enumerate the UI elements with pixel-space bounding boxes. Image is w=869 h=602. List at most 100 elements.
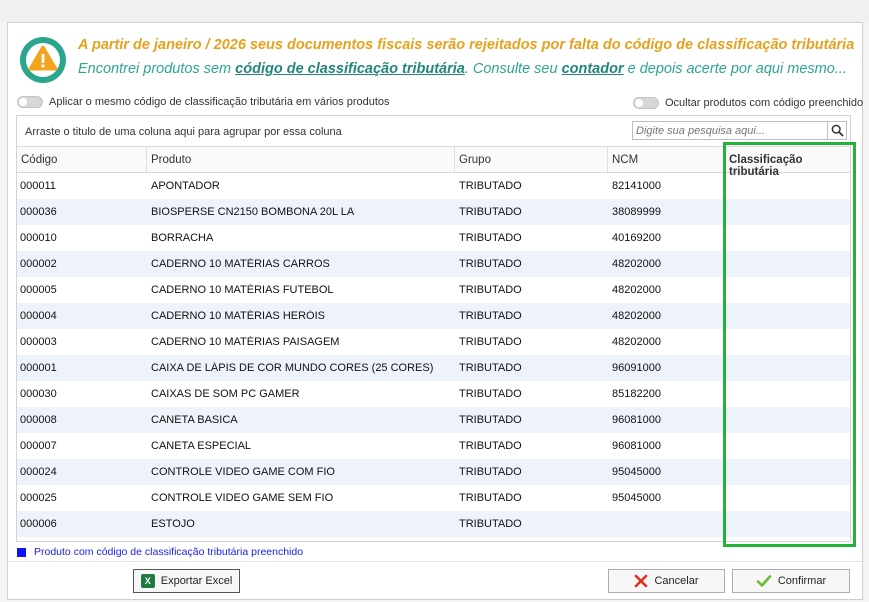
cell-code: 000005 [20,284,57,296]
legend-swatch [17,547,26,557]
table-row[interactable]: 000003 CADERNO 10 MATÉRIAS PAISAGEM TRIBUT… [17,329,850,355]
warning-title: A partir de janeiro / 2026 seus document… [78,37,855,53]
cell-code: 000002 [20,258,57,270]
table-row[interactable]: 000010 BORRACHA TRIBUTADO 40169200 [17,225,850,251]
cell-product: ESTOJO [151,518,195,530]
cell-product: APONTADOR [151,180,220,192]
table-row[interactable]: 000004 CADERNO 10 MATÉRIAS HERÓIS TRIBUTAD… [17,303,850,329]
table-row[interactable]: 000025 CONTROLE VIDEO GAME SEM FIO TRIBUTA… [17,485,850,511]
warning-icon [20,37,66,83]
cell-ncm: 95045000 [612,466,661,478]
confirm-button[interactable]: Confirmar [732,569,850,593]
cell-code: 000025 [20,492,57,504]
column-header-code[interactable]: Código [17,147,147,172]
cell-group: TRIBUTADO [459,414,522,426]
table-row[interactable]: 000001 CAIXA DE LÁPIS DE COR MUNDO CORES … [17,355,850,381]
apply-same-code-toggle[interactable]: Aplicar o mesmo código de classificação … [17,96,390,108]
table-row[interactable]: 000024 CONTROLE VIDEO GAME COM FIO TRIBUTA… [17,459,850,485]
cell-code: 000003 [20,336,57,348]
cell-product: CONTROLE VIDEO GAME COM FIO [151,466,335,478]
cell-product: CADERNO 10 MATÉRIAS HERÓIS [151,310,325,322]
export-excel-label: Exportar Excel [160,575,233,587]
cell-group: TRIBUTADO [459,518,522,530]
cell-product: CONTROLE VIDEO GAME SEM FIO [151,492,334,504]
table-row[interactable]: 000007 CANETA ESPECIAL TRIBUTADO 96081000 [17,433,850,459]
cell-code: 000004 [20,310,57,322]
search-input[interactable] [632,121,828,140]
cell-product: BORRACHA [151,232,214,244]
cell-product: CAIXAS DE SOM PC GAMER [151,388,300,400]
cell-ncm: 48202000 [612,336,661,348]
table-row[interactable]: 000006 ESTOJO TRIBUTADO [17,511,850,537]
search-icon [831,124,844,137]
products-grid: Arraste o titulo de uma coluna aqui para… [16,115,851,542]
accountant-link[interactable]: contador [562,61,624,77]
cell-group: TRIBUTADO [459,310,522,322]
legend-text: Produto com código de classificação trib… [34,546,304,558]
group-by-panel[interactable]: Arraste o titulo de uma coluna aqui para… [17,116,850,147]
cell-code: 000030 [20,388,57,400]
column-header-classification[interactable]: Classificação tributária [725,147,850,178]
cell-group: TRIBUTADO [459,206,522,218]
column-header-product[interactable]: Produto [147,147,455,172]
title-bar [0,0,869,22]
cell-group: TRIBUTADO [459,362,522,374]
check-icon [756,575,772,587]
cell-group: TRIBUTADO [459,258,522,270]
cell-ncm: 96081000 [612,440,661,452]
cancel-button[interactable]: Cancelar [608,569,725,593]
cell-product: CADERNO 10 MATÉRIAS PAISAGEM [151,336,340,348]
subtitle-text-3: e depois acerte por aqui mesmo... [623,61,847,77]
cell-ncm: 95045000 [612,492,661,504]
apply-same-code-label: Aplicar o mesmo código de classificação … [49,96,390,108]
cell-product: CAIXA DE LÁPIS DE COR MUNDO CORES (25 CO… [151,362,434,374]
table-row[interactable]: 000005 CADERNO 10 MATÉRIAS FUTEBOL TRIBUTA… [17,277,850,303]
cell-code: 000036 [20,206,57,218]
cell-product: CADERNO 10 MATÉRIAS FUTEBOL [151,284,334,296]
column-header-ncm[interactable]: NCM [608,147,725,172]
cell-code: 000001 [20,362,57,374]
cell-product: CANETA ESPECIAL [151,440,252,452]
cell-group: TRIBUTADO [459,232,522,244]
footer-divider [8,561,862,562]
cell-group: TRIBUTADO [459,388,522,400]
cell-product: CADERNO 10 MATÉRIAS CARROS [151,258,330,270]
cell-group: TRIBUTADO [459,180,522,192]
hide-filled-products-toggle[interactable]: Ocultar produtos com código preenchido [633,97,863,109]
cell-ncm: 48202000 [612,284,661,296]
cell-code: 000007 [20,440,57,452]
group-by-hint: Arraste o titulo de uma coluna aqui para… [25,126,342,138]
classification-code-link[interactable]: código de classificação tributária [235,61,465,77]
cell-product: BIOSPERSE CN2150 BOMBONA 20L LA [151,206,355,218]
column-header-group[interactable]: Grupo [455,147,608,172]
toggle-switch[interactable] [17,96,43,108]
search-button[interactable] [828,121,847,140]
cancel-x-icon [635,574,648,588]
subtitle-text-1: Encontrei produtos sem [78,61,236,77]
cell-ncm: 38089999 [612,206,661,218]
excel-icon: X [140,574,155,588]
warning-subtitle: Encontrei produtos sem código de classif… [78,61,847,77]
cell-ncm: 40169200 [612,232,661,244]
cell-code: 000011 [20,180,56,192]
cell-ncm: 96091000 [612,362,661,374]
grid-header: Código Produto Grupo NCM Classificação t… [17,147,850,178]
export-excel-button[interactable]: X Exportar Excel [133,569,240,593]
cell-group: TRIBUTADO [459,440,522,452]
table-row[interactable]: 000002 CADERNO 10 MATÉRIAS CARROS TRIBUTAD… [17,251,850,277]
table-row[interactable]: 000030 CAIXAS DE SOM PC GAMER TRIBUTADO 851… [17,381,850,407]
cell-code: 000006 [20,518,57,530]
table-row[interactable]: 000011 APONTADOR TRIBUTADO 82141000 [17,173,850,199]
table-row[interactable]: 000036 BIOSPERSE CN2150 BOMBONA 20L LA TRI… [17,199,850,225]
subtitle-text-2: . Consulte seu [464,61,562,77]
cell-group: TRIBUTADO [459,336,522,348]
cell-group: TRIBUTADO [459,284,522,296]
confirm-label: Confirmar [777,575,827,587]
toggle-switch[interactable] [633,97,659,109]
legend: Produto com código de classificação trib… [17,546,303,558]
cancel-label: Cancelar [654,575,699,587]
cell-ncm: 48202000 [612,258,661,270]
cell-code: 000024 [20,466,57,478]
table-row[interactable]: 000008 CANETA BASICA TRIBUTADO 96081000 [17,407,850,433]
cell-ncm: 48202000 [612,310,661,322]
